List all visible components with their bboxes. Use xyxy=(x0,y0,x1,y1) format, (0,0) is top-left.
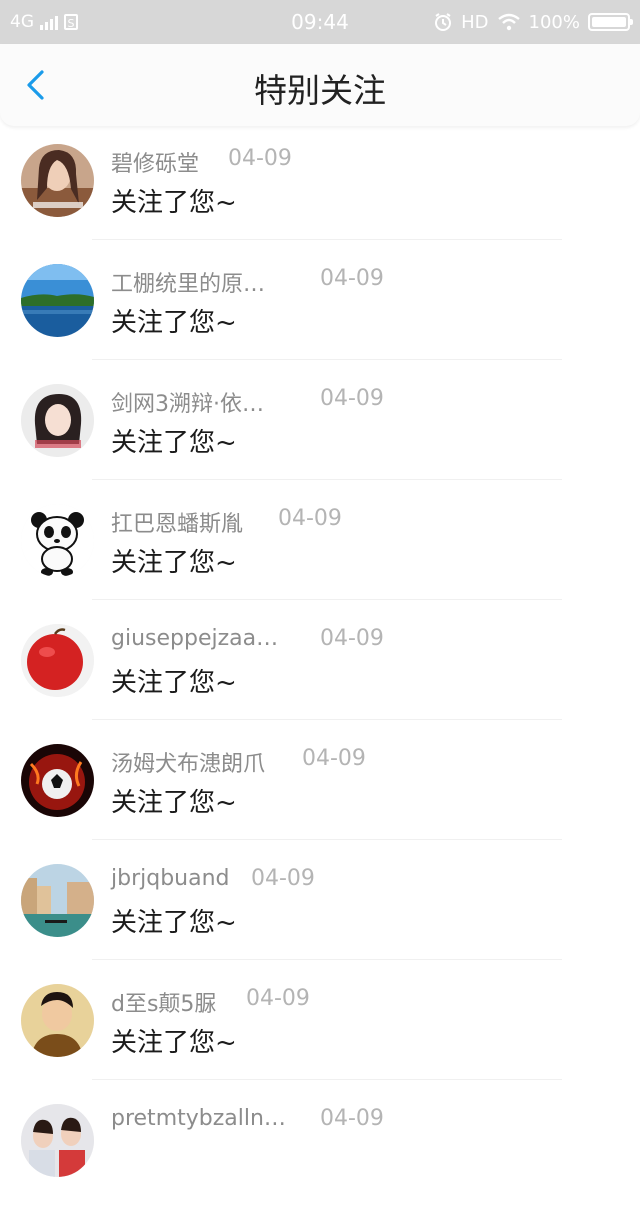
avatar[interactable] xyxy=(21,504,94,577)
divider xyxy=(92,239,562,240)
avatar[interactable] xyxy=(21,864,94,937)
battery-text: 100% xyxy=(528,11,580,33)
item-message: 关注了您~ xyxy=(111,428,237,458)
divider xyxy=(92,479,562,480)
item-date: 04-09 xyxy=(251,866,315,891)
list-item[interactable]: 剑网3溯辩·依… 04-09 关注了您~ xyxy=(0,366,640,486)
avatar[interactable] xyxy=(21,984,94,1057)
list-item[interactable]: d至s颠5脲 04-09 关注了您~ xyxy=(0,966,640,1086)
user-name[interactable]: 碧修砾堂 xyxy=(111,146,199,178)
avatar[interactable] xyxy=(21,264,94,337)
follow-list: 碧修砾堂 04-09 关注了您~ 工棚统里的原… 04-09 关注了您~ 剑网3… xyxy=(0,126,640,1206)
divider xyxy=(92,599,562,600)
page-title: 特别关注 xyxy=(254,71,386,110)
battery-fill xyxy=(592,17,626,27)
item-date: 04-09 xyxy=(320,626,384,651)
item-date: 04-09 xyxy=(228,146,292,171)
list-item[interactable]: 碧修砾堂 04-09 关注了您~ xyxy=(0,126,640,246)
item-message: 关注了您~ xyxy=(111,548,237,578)
avatar[interactable] xyxy=(21,1104,94,1177)
user-name[interactable]: 汤姆犬布漶朗爪 xyxy=(111,746,265,778)
avatar[interactable] xyxy=(21,744,94,817)
status-right: HD 100% xyxy=(433,0,633,44)
divider xyxy=(92,839,562,840)
nav-header: 特别关注 xyxy=(0,44,640,126)
item-date: 04-09 xyxy=(320,266,384,291)
item-date: 04-09 xyxy=(246,986,310,1011)
status-bar: 4G S 09:44 HD 100% xyxy=(0,0,640,44)
user-name[interactable]: pretmtybzalln… xyxy=(111,1106,286,1131)
user-name[interactable]: jbrjqbuand xyxy=(111,866,230,891)
item-date: 04-09 xyxy=(278,506,342,531)
list-item[interactable]: jbrjqbuand 04-09 关注了您~ xyxy=(0,846,640,966)
avatar[interactable] xyxy=(21,384,94,457)
user-name[interactable]: 剑网3溯辩·依… xyxy=(111,386,264,418)
divider xyxy=(92,959,562,960)
item-message: 关注了您~ xyxy=(111,668,237,698)
divider xyxy=(92,1079,562,1080)
item-date: 04-09 xyxy=(302,746,366,771)
user-name[interactable]: d至s颠5脲 xyxy=(111,986,216,1018)
item-message: 关注了您~ xyxy=(111,188,237,218)
item-message: 关注了您~ xyxy=(111,308,237,338)
list-item[interactable]: 汤姆犬布漶朗爪 04-09 关注了您~ xyxy=(0,726,640,846)
avatar[interactable] xyxy=(21,144,94,217)
divider xyxy=(92,359,562,360)
wifi-icon xyxy=(497,13,520,31)
divider xyxy=(92,719,562,720)
avatar[interactable] xyxy=(21,624,94,697)
item-date: 04-09 xyxy=(320,1106,384,1131)
item-date: 04-09 xyxy=(320,386,384,411)
battery-icon xyxy=(588,13,633,31)
list-item[interactable]: 工棚统里的原… 04-09 关注了您~ xyxy=(0,246,640,366)
item-message: 关注了您~ xyxy=(111,788,237,818)
hd-label: HD xyxy=(461,11,489,33)
user-name[interactable]: 扛巴恩蟠斯胤 xyxy=(111,506,243,538)
item-message: 关注了您~ xyxy=(111,908,237,938)
list-item[interactable]: giuseppejzaa… 04-09 关注了您~ xyxy=(0,606,640,726)
list-item[interactable]: pretmtybzalln… 04-09 xyxy=(0,1086,640,1206)
item-message: 关注了您~ xyxy=(111,1028,237,1058)
alarm-icon xyxy=(435,13,452,31)
list-item[interactable]: 扛巴恩蟠斯胤 04-09 关注了您~ xyxy=(0,486,640,606)
user-name[interactable]: giuseppejzaa… xyxy=(111,626,278,651)
user-name[interactable]: 工棚统里的原… xyxy=(111,266,265,298)
